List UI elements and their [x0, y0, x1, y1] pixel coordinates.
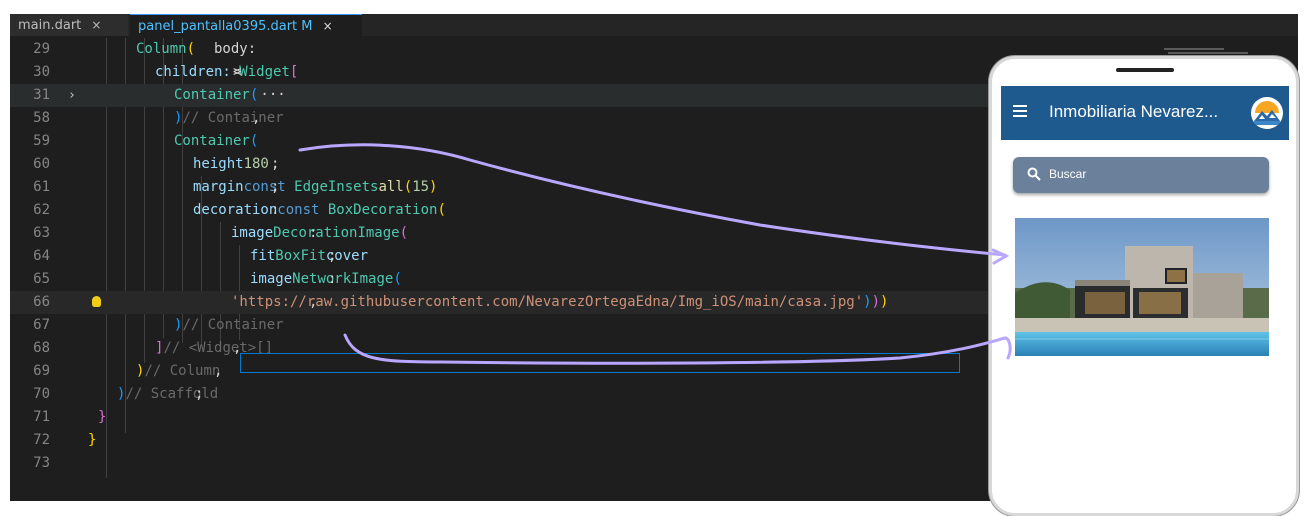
arrow-url-to-image — [343, 333, 1007, 365]
arrow-container-to-image — [298, 143, 1007, 257]
annotation-arrows — [298, 143, 1012, 365]
